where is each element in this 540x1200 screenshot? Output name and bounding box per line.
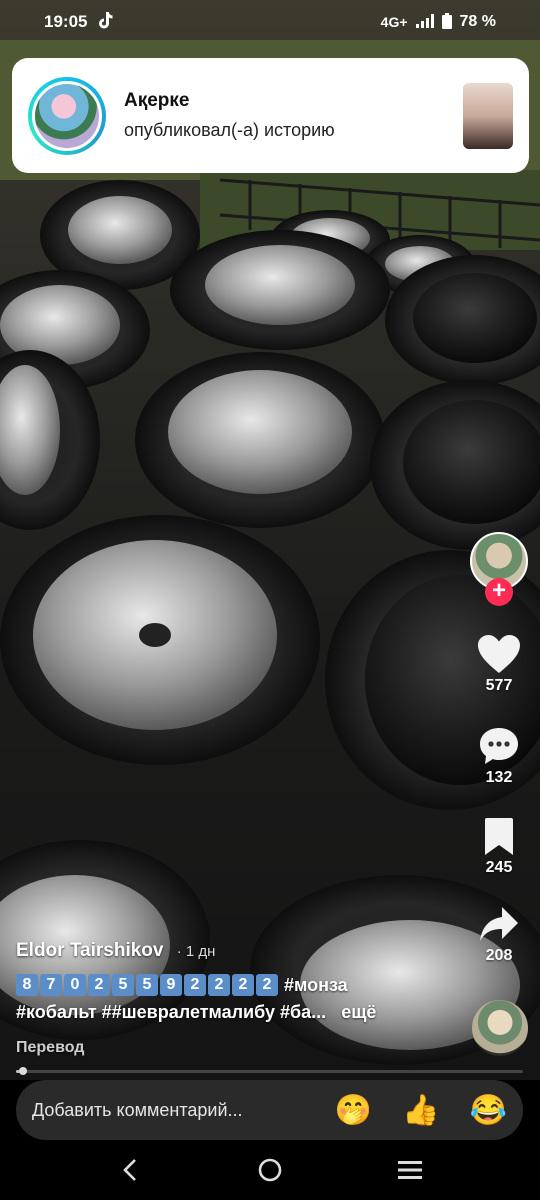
share-button[interactable]: 208 xyxy=(472,905,526,965)
caption: Eldor Tairshikov · 1 дн 8 7 0 2 5 5 9 2 … xyxy=(16,940,466,1057)
battery-level: 78 % xyxy=(459,13,496,30)
progress-knob[interactable] xyxy=(19,1067,27,1075)
heart-icon xyxy=(478,635,520,673)
story-thumbnail[interactable] xyxy=(463,82,513,149)
save-button[interactable]: 245 xyxy=(472,817,526,877)
share-count: 208 xyxy=(485,947,513,964)
emoji-laughing[interactable]: 😂 xyxy=(470,1093,507,1128)
story-notification[interactable]: Ақерке опубликовал(-а) историю xyxy=(12,58,529,173)
home-icon xyxy=(258,1158,282,1182)
video-progress[interactable] xyxy=(16,1067,523,1075)
emoji-thumbs-up[interactable]: 👍 xyxy=(402,1093,439,1128)
save-count: 245 xyxy=(485,859,513,876)
more-button[interactable]: ещё xyxy=(341,1002,376,1022)
status-time: 19:05 xyxy=(44,12,88,31)
tiktok-icon xyxy=(97,11,113,34)
recents-icon xyxy=(398,1161,422,1179)
status-bar: 19:05 4G+ 78 % xyxy=(0,0,540,44)
author-name[interactable]: Eldor Tairshikov xyxy=(16,940,163,961)
share-icon xyxy=(480,907,518,941)
status-indicators: 4G+ 78 % xyxy=(380,12,496,32)
digit-box: 2 xyxy=(88,974,110,996)
comment-icon xyxy=(480,728,518,764)
like-button[interactable]: 577 xyxy=(472,633,526,695)
hashtag-monza[interactable]: #монза xyxy=(284,975,348,996)
like-count: 577 xyxy=(485,677,513,694)
notification-action: опубликовал(-а) историю xyxy=(124,120,335,140)
network-type: 4G+ xyxy=(380,14,408,30)
battery-icon xyxy=(441,12,452,32)
digit-box: 8 xyxy=(16,974,38,996)
notification-name: Ақерке xyxy=(124,90,190,111)
home-button[interactable] xyxy=(250,1150,290,1190)
comment-count: 132 xyxy=(485,769,513,786)
system-nav-bar xyxy=(0,1140,540,1200)
translate-button[interactable]: Перевод xyxy=(16,1039,466,1057)
digit-box: 0 xyxy=(64,974,86,996)
digit-box: 2 xyxy=(184,974,206,996)
bookmark-icon xyxy=(485,818,513,855)
emoji-hand-over-mouth[interactable]: 🤭 xyxy=(335,1093,372,1128)
signal-icon xyxy=(415,13,434,31)
digit-box: 9 xyxy=(160,974,182,996)
comment-button[interactable]: 132 xyxy=(472,725,526,787)
music-disc[interactable] xyxy=(472,1000,528,1056)
comment-placeholder[interactable]: Добавить комментарий... xyxy=(32,1100,305,1121)
hashtags[interactable]: #кобальт ##шевралетмалибу #ба... xyxy=(16,1002,326,1022)
digit-box: 5 xyxy=(136,974,158,996)
digit-box: 5 xyxy=(112,974,134,996)
digit-box: 2 xyxy=(256,974,278,996)
phone-digits: 8 7 0 2 5 5 9 2 2 2 2 #монза xyxy=(16,974,466,996)
notification-avatar[interactable] xyxy=(28,76,106,155)
digit-box: 7 xyxy=(40,974,62,996)
recents-button[interactable] xyxy=(390,1150,430,1190)
follow-button[interactable]: + xyxy=(485,578,513,606)
digit-box: 2 xyxy=(208,974,230,996)
back-icon xyxy=(123,1159,136,1181)
back-button[interactable] xyxy=(110,1150,150,1190)
comment-input[interactable]: Добавить комментарий... 🤭 👍 😂 xyxy=(16,1080,523,1140)
post-age: · 1 дн xyxy=(176,943,216,960)
digit-box: 2 xyxy=(232,974,254,996)
